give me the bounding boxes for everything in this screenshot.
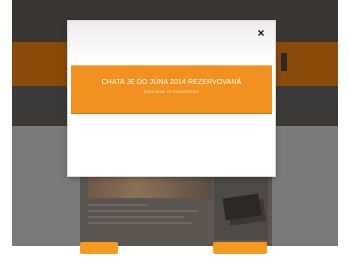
close-icon[interactable]: × [255,27,267,39]
site-footer-area [12,246,338,262]
notice-modal: × CHATA JE DO JÚNA 2014 REZERVOVANÁ ĎAKU… [68,21,275,176]
reservation-banner: CHATA JE DO JÚNA 2014 REZERVOVANÁ ĎAKUJE… [71,65,272,114]
banner-subtitle: ĎAKUJEME ZA POCHOPENIE [143,89,200,94]
modal-header-area [68,21,275,61]
page-stage: × CHATA JE DO JÚNA 2014 REZERVOVANÁ ĎAKU… [0,0,350,262]
banner-title: CHATA JE DO JÚNA 2014 REZERVOVANÁ [101,79,242,86]
